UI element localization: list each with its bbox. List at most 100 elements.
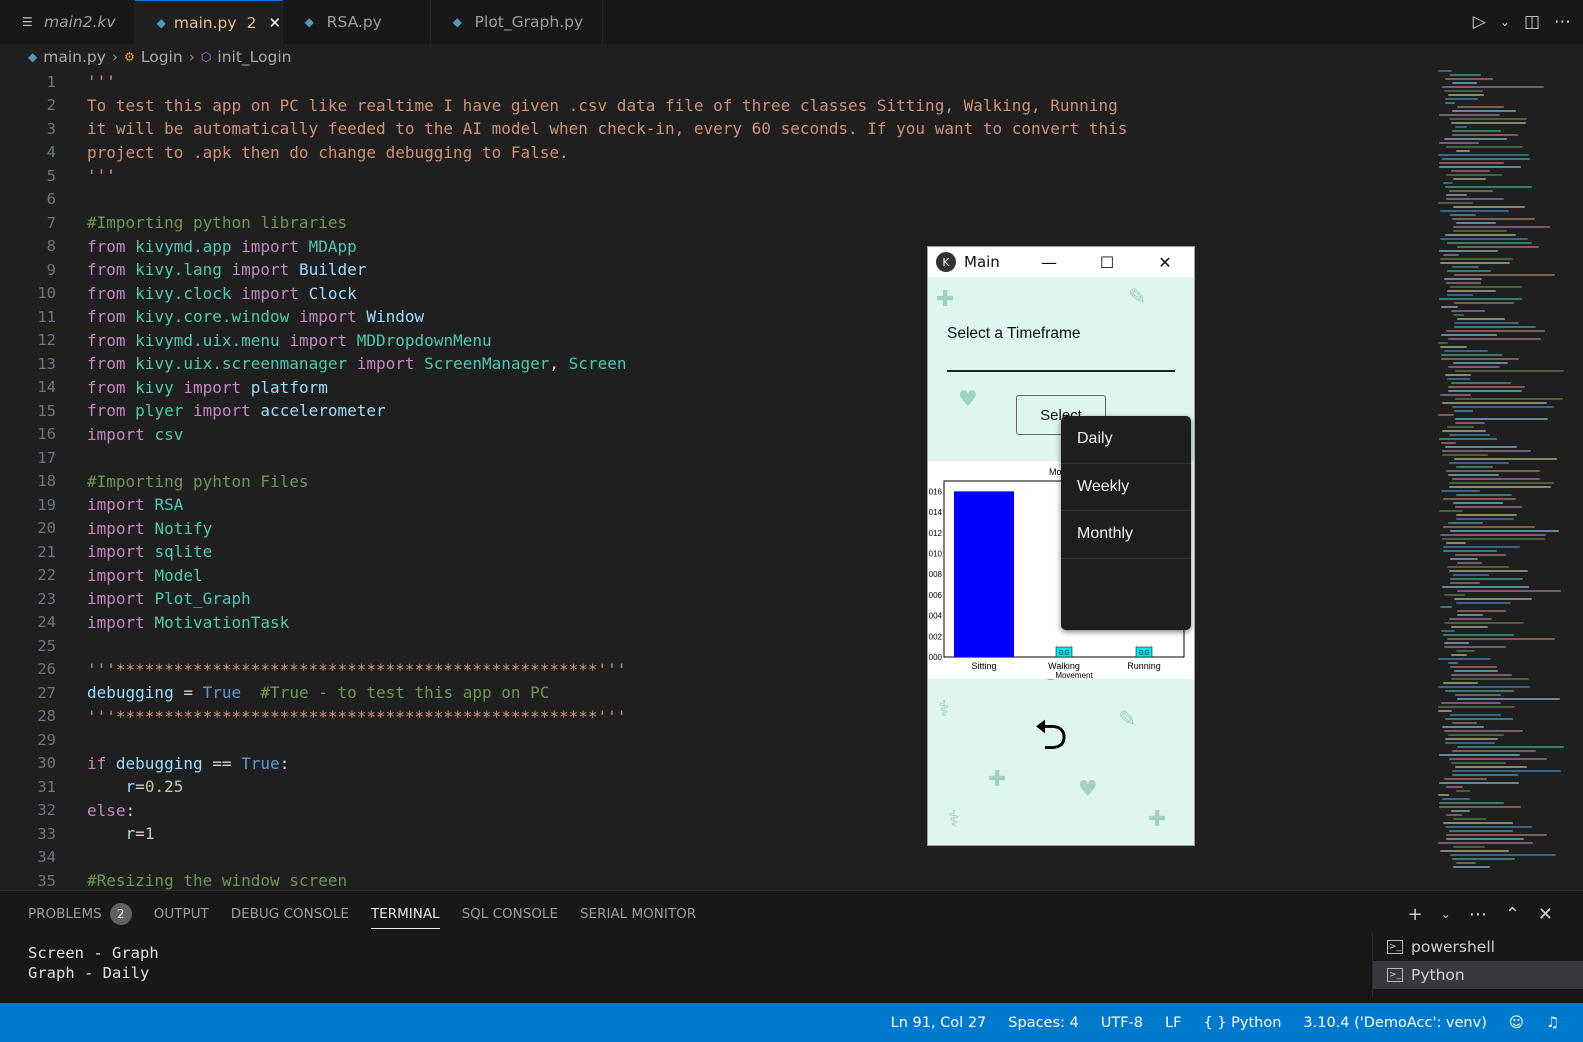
code-line[interactable]: 2 To test this app on PC like realtime I … bbox=[0, 94, 1430, 118]
code-editor[interactable]: 1 ''' 2 To test this app on PC like realtim… bbox=[0, 70, 1430, 890]
code-line[interactable]: 30 if debugging == True: bbox=[0, 752, 1430, 776]
code-line[interactable]: 13 from kivy.uix.screenmanager import Scr… bbox=[0, 352, 1430, 376]
code-line[interactable]: 28 '''***********************************… bbox=[0, 705, 1430, 729]
close-panel-icon[interactable]: ✕ bbox=[1538, 904, 1553, 925]
minimap-line bbox=[1447, 378, 1470, 380]
breadcrumb-file[interactable]: main.py bbox=[43, 48, 106, 66]
minimap-line bbox=[1450, 714, 1501, 716]
cursor-position[interactable]: Ln 91, Col 27 bbox=[891, 1015, 987, 1031]
code-line[interactable]: 17 bbox=[0, 446, 1430, 470]
more-icon[interactable]: ⋯ bbox=[1554, 12, 1571, 32]
minimap-line bbox=[1449, 618, 1492, 620]
tab-debug-console[interactable]: DEBUG CONSOLE bbox=[231, 899, 349, 929]
bell-icon[interactable]: ♫ bbox=[1546, 1015, 1559, 1031]
minimize-icon[interactable]: — bbox=[1026, 247, 1072, 277]
code-line[interactable]: 3 it will be automatically feeded to the … bbox=[0, 117, 1430, 141]
minimap[interactable] bbox=[1438, 70, 1568, 890]
tab-problems[interactable]: PROBLEMS 2 bbox=[28, 899, 132, 929]
code-line[interactable]: 4 project to .apk then do change debuggin… bbox=[0, 141, 1430, 165]
code-line[interactable]: 10 from kivy.clock import Clock bbox=[0, 282, 1430, 306]
breadcrumb-class[interactable]: Login bbox=[141, 48, 183, 66]
indentation[interactable]: Spaces: 4 bbox=[1008, 1015, 1078, 1031]
code-line[interactable]: 35 #Resizing the window screen bbox=[0, 869, 1430, 890]
split-editor-icon[interactable]: ◫ bbox=[1524, 12, 1540, 32]
code-line[interactable]: 23 import Plot_Graph bbox=[0, 587, 1430, 611]
code-line[interactable]: 5 ''' bbox=[0, 164, 1430, 188]
menu-item-weekly[interactable]: Weekly bbox=[1061, 464, 1191, 511]
terminal-item-powershell[interactable]: >_ powershell bbox=[1373, 933, 1583, 961]
tab-sql-console[interactable]: SQL CONSOLE bbox=[462, 899, 558, 929]
terminal-output[interactable]: Screen - Graph Graph - Daily bbox=[28, 943, 159, 983]
code-line[interactable]: 11 from kivy.core.window import Window bbox=[0, 305, 1430, 329]
python-interpreter[interactable]: 3.10.4 ('DemoAcc': venv) bbox=[1303, 1015, 1486, 1031]
language-mode[interactable]: { } Python bbox=[1203, 1015, 1281, 1031]
tab-terminal[interactable]: TERMINAL bbox=[370, 899, 440, 929]
chevron-down-icon[interactable]: ⌄ bbox=[1441, 907, 1451, 921]
code-line[interactable]: 22 import Model bbox=[0, 564, 1430, 588]
minimap-line bbox=[1438, 794, 1449, 796]
encoding[interactable]: UTF-8 bbox=[1101, 1015, 1143, 1031]
minimap-line bbox=[1449, 434, 1490, 436]
close-icon[interactable]: ✕ bbox=[1142, 247, 1188, 277]
tab-plot-graph-py[interactable]: ◆ Plot_Graph.py bbox=[430, 0, 603, 44]
code-line[interactable]: 14 from kivy import platform bbox=[0, 376, 1430, 400]
more-icon[interactable]: ⋯ bbox=[1469, 904, 1487, 925]
code-line[interactable]: 21 import sqlite bbox=[0, 540, 1430, 564]
tab-main-py[interactable]: ◆ main.py 2 ✕ bbox=[134, 0, 283, 44]
timeframe-dropdown-menu[interactable]: Daily Weekly Monthly bbox=[1061, 416, 1191, 630]
maximize-icon[interactable]: ☐ bbox=[1084, 247, 1130, 277]
terminal-item-python[interactable]: >_ Python bbox=[1373, 961, 1583, 989]
code-line[interactable]: 9 from kivy.lang import Builder bbox=[0, 258, 1430, 282]
code-line[interactable]: 7 #Importing python libraries bbox=[0, 211, 1430, 235]
code-text: from kivy.uix.screenmanager import Scree… bbox=[87, 354, 627, 374]
end-of-line[interactable]: LF bbox=[1165, 1015, 1181, 1031]
minimap-line bbox=[1448, 366, 1500, 368]
code-line[interactable]: 34 bbox=[0, 846, 1430, 870]
code-line[interactable]: 1 ''' bbox=[0, 70, 1430, 94]
code-line[interactable]: 8 from kivymd.app import MDApp bbox=[0, 235, 1430, 259]
minimap-line bbox=[1457, 246, 1539, 248]
code-line[interactable]: 27 debugging = True #True - to test this … bbox=[0, 681, 1430, 705]
code-line[interactable]: 16 import csv bbox=[0, 423, 1430, 447]
minimap-line bbox=[1438, 706, 1515, 708]
code-line[interactable]: 31 r=0.25 bbox=[0, 775, 1430, 799]
code-line[interactable]: 26 '''***********************************… bbox=[0, 658, 1430, 682]
chevron-down-icon[interactable]: ⌄ bbox=[1500, 15, 1510, 29]
minimap-line bbox=[1446, 146, 1523, 148]
y-tick-label: .000 bbox=[928, 653, 943, 662]
menu-item-empty[interactable] bbox=[1061, 559, 1191, 607]
code-line[interactable]: 29 bbox=[0, 728, 1430, 752]
breadcrumb-function[interactable]: init_Login bbox=[217, 48, 291, 66]
code-text: if debugging == True: bbox=[87, 753, 290, 773]
tab-label: RSA.py bbox=[326, 13, 382, 31]
minimap-line bbox=[1455, 418, 1548, 420]
new-terminal-icon[interactable]: + bbox=[1408, 904, 1423, 925]
code-line[interactable]: 6 bbox=[0, 188, 1430, 212]
code-line[interactable]: 20 import Notify bbox=[0, 517, 1430, 541]
code-line[interactable]: 24 import MotivationTask bbox=[0, 611, 1430, 635]
code-line[interactable]: 19 import RSA bbox=[0, 493, 1430, 517]
code-line[interactable]: 15 from plyer import accelerometer bbox=[0, 399, 1430, 423]
minimap-line bbox=[1453, 846, 1485, 848]
tab-main2-kv[interactable]: ☰ main2.kv bbox=[0, 0, 135, 44]
minimap-line bbox=[1453, 230, 1507, 232]
code-line[interactable]: 33 r=1 bbox=[0, 822, 1430, 846]
close-icon[interactable]: ✕ bbox=[268, 14, 281, 32]
menu-item-daily[interactable]: Daily bbox=[1061, 416, 1191, 464]
back-arrow-icon[interactable]: ⮌ bbox=[1034, 705, 1068, 776]
window-titlebar[interactable]: K Main — ☐ ✕ bbox=[928, 247, 1194, 277]
code-line[interactable]: 32 else: bbox=[0, 799, 1430, 823]
tab-serial-monitor[interactable]: SERIAL MONITOR bbox=[580, 899, 696, 929]
feedback-icon[interactable]: ☺ bbox=[1509, 1015, 1524, 1031]
minimap-line bbox=[1456, 650, 1475, 652]
menu-item-monthly[interactable]: Monthly bbox=[1061, 511, 1191, 559]
maximize-panel-icon[interactable]: ⌃ bbox=[1505, 904, 1520, 925]
tab-rsa-py[interactable]: ◆ RSA.py bbox=[282, 0, 431, 44]
code-line[interactable]: 12 from kivymd.uix.menu import MDDropdown… bbox=[0, 329, 1430, 353]
tab-output[interactable]: OUTPUT bbox=[154, 899, 209, 929]
code-line[interactable]: 18 #Importing pyhton Files bbox=[0, 470, 1430, 494]
code-line[interactable]: 25 bbox=[0, 634, 1430, 658]
pill-doodle-icon: ✚ bbox=[988, 767, 1007, 792]
run-icon[interactable]: ▷ bbox=[1473, 12, 1486, 32]
minimap-line bbox=[1441, 630, 1455, 632]
